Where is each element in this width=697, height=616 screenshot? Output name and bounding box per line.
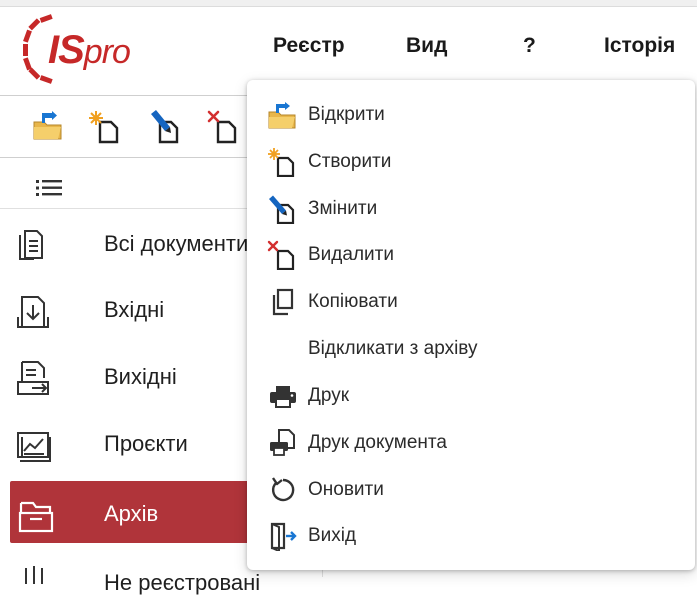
logo-pro: pro	[83, 33, 131, 71]
open-folder-icon	[33, 111, 62, 140]
refresh-icon	[271, 477, 295, 502]
delete-document-icon	[267, 240, 295, 270]
menu-item-label: Відкликати з архіву	[308, 338, 478, 359]
outgoing-icon	[17, 361, 49, 395]
ispro-logo: ISpro	[18, 10, 158, 90]
toolbar-edit-button[interactable]	[148, 108, 184, 144]
menu-item-copy[interactable]: Копіювати	[247, 279, 695, 323]
printer-icon	[270, 386, 296, 408]
all-documents-icon	[19, 230, 43, 260]
main-menubar: Реєстр Вид ? Історія	[250, 34, 697, 68]
menu-item-print-document[interactable]: Друк документа	[247, 420, 695, 464]
menu-item-label: Друк	[308, 385, 350, 406]
edit-document-icon	[151, 110, 179, 144]
print-document-icon	[270, 429, 295, 456]
sidebar-item-label: Всі документи	[104, 231, 249, 256]
toolbar-create-button[interactable]	[88, 108, 124, 144]
menu-item-label: Оновити	[308, 479, 384, 500]
menu-item-refresh[interactable]: Оновити	[247, 467, 695, 511]
toolbar-delete-button[interactable]	[206, 108, 242, 144]
create-document-icon	[89, 111, 119, 144]
menu-view[interactable]: Вид	[406, 34, 447, 58]
edit-document-icon	[269, 195, 295, 224]
menu-help[interactable]: ?	[523, 34, 536, 58]
projects-icon	[17, 432, 51, 462]
create-document-icon	[268, 148, 295, 177]
delete-document-icon	[207, 110, 237, 144]
logo-wordmark: ISpro	[48, 28, 131, 73]
menu-item-create[interactable]: Створити	[247, 139, 695, 183]
sidebar-item-label: Проєкти	[104, 431, 188, 456]
menu-item-label: Відкрити	[308, 104, 385, 125]
menu-item-label: Вихід	[308, 525, 357, 546]
registry-dropdown-menu: Відкрити Створити Змінити Видалити Копію…	[247, 80, 695, 570]
incoming-icon	[17, 296, 49, 328]
menu-history[interactable]: Історія	[604, 34, 675, 58]
window-top-border	[0, 0, 697, 7]
sidebar-item-label: Не реєстровані	[104, 570, 261, 595]
exit-icon	[270, 522, 297, 551]
menu-item-exit[interactable]: Вихід	[247, 513, 695, 557]
menu-item-edit[interactable]: Змінити	[247, 186, 695, 230]
archive-icon	[18, 501, 54, 533]
sidebar-item-label: Вхідні	[104, 297, 165, 322]
menu-item-label: Створити	[308, 151, 392, 172]
logo-is: IS	[48, 28, 85, 72]
toolbar-divider-top	[0, 95, 260, 96]
open-folder-icon	[268, 102, 296, 129]
menu-item-open[interactable]: Відкрити	[247, 92, 695, 136]
menu-item-delete[interactable]: Видалити	[247, 232, 695, 276]
sidebar-item-label: Архів	[104, 501, 159, 526]
unregistered-icon	[25, 566, 43, 584]
copy-icon	[272, 288, 294, 316]
menu-item-label: Друк документа	[308, 432, 447, 453]
menu-item-print[interactable]: Друк	[247, 373, 695, 417]
menu-item-label: Копіювати	[308, 291, 398, 312]
menu-item-label: Видалити	[308, 244, 394, 265]
menu-item-label: Змінити	[308, 198, 378, 219]
toolbar-open-button[interactable]	[30, 108, 66, 144]
menu-item-recall-from-archive[interactable]: Відкликати з архіву	[247, 326, 695, 370]
list-view-icon[interactable]	[36, 178, 62, 198]
sidebar-item-label: Вихідні	[104, 364, 177, 389]
menu-registry[interactable]: Реєстр	[273, 34, 345, 58]
